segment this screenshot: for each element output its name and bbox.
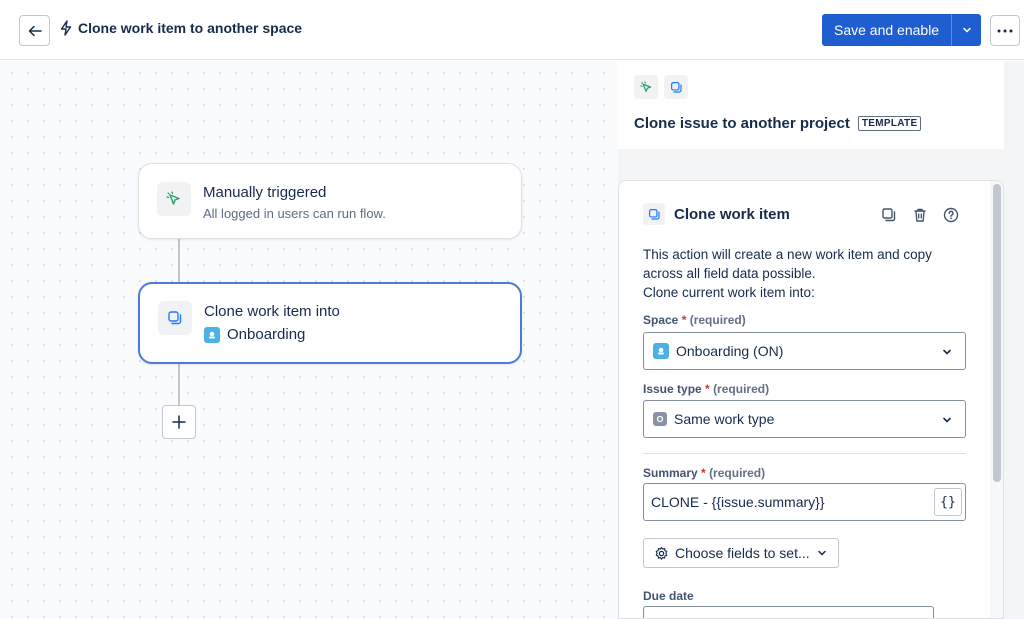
required-mark: * bbox=[705, 382, 710, 396]
summary-input[interactable]: CLONE - {{issue.summary}} {} bbox=[643, 483, 966, 521]
required-text: (required) bbox=[709, 466, 766, 480]
clone-action-node[interactable]: Clone work item into Onboarding bbox=[138, 282, 522, 364]
space-value: Onboarding (ON) bbox=[676, 343, 784, 359]
insert-smart-value-button[interactable]: {} bbox=[934, 488, 962, 516]
description-line: across all field data possible. bbox=[643, 266, 816, 281]
template-badge: TEMPLATE bbox=[857, 116, 922, 131]
save-and-enable-button[interactable]: Save and enable bbox=[822, 14, 952, 46]
chevron-down-icon bbox=[943, 417, 951, 423]
divider bbox=[643, 453, 966, 454]
cursor-click-icon bbox=[166, 191, 180, 205]
scrollbar-thumb[interactable] bbox=[993, 184, 1001, 482]
node-icon bbox=[157, 182, 191, 216]
issue-type-select[interactable]: Same work type bbox=[643, 400, 966, 438]
choose-fields-label: Choose fields to set... bbox=[675, 545, 810, 561]
back-button[interactable] bbox=[19, 15, 50, 46]
more-actions-button[interactable] bbox=[990, 15, 1020, 46]
space-select[interactable]: Onboarding (ON) bbox=[643, 332, 966, 370]
required-text: (required) bbox=[713, 382, 770, 396]
arrow-left-icon bbox=[28, 25, 42, 36]
template-card: Clone issue to another project TEMPLATE bbox=[618, 61, 1004, 149]
onboarding-space-icon bbox=[204, 326, 220, 343]
chevron-down-icon bbox=[817, 550, 826, 556]
gear-icon bbox=[655, 546, 668, 560]
trigger-node[interactable]: Manually triggered All logged in users c… bbox=[138, 163, 522, 239]
plus-icon bbox=[172, 415, 186, 429]
save-button-group: Save and enable bbox=[822, 14, 982, 46]
trigger-subtitle: All logged in users can run flow. bbox=[203, 206, 386, 221]
delete-action-button[interactable] bbox=[910, 205, 930, 225]
duplicate-action-button[interactable] bbox=[879, 205, 899, 225]
label-text: Space bbox=[643, 313, 679, 327]
more-icon bbox=[997, 29, 1013, 32]
save-options-dropdown[interactable] bbox=[951, 14, 982, 46]
label-text: Issue type bbox=[643, 382, 702, 396]
trash-icon bbox=[914, 208, 926, 222]
action-target-label: Onboarding bbox=[227, 326, 306, 343]
copy-icon bbox=[882, 208, 896, 222]
clone-icon bbox=[648, 208, 660, 220]
required-mark: * bbox=[701, 466, 706, 480]
add-step-button[interactable] bbox=[162, 405, 196, 439]
work-type-icon bbox=[653, 412, 667, 426]
issue-type-label: Issue type * (required) bbox=[643, 382, 769, 396]
summary-value: CLONE - {{issue.summary}} bbox=[651, 494, 825, 510]
node-icon bbox=[158, 301, 192, 335]
help-icon bbox=[943, 207, 959, 223]
description-line: This action will create a new work item … bbox=[643, 247, 932, 262]
description-line: Clone current work item into: bbox=[643, 285, 815, 300]
label-text: Summary bbox=[643, 466, 698, 480]
template-title-row: Clone issue to another project TEMPLATE bbox=[634, 115, 922, 132]
trigger-template-icon bbox=[634, 75, 658, 99]
title-wrap: Clone work item to another space bbox=[60, 20, 302, 36]
space-label: Space * (required) bbox=[643, 313, 746, 327]
clone-icon bbox=[168, 311, 182, 325]
lightning-icon bbox=[60, 20, 72, 36]
summary-label: Summary * (required) bbox=[643, 466, 765, 480]
action-config-panel: Clone work item This action will create … bbox=[618, 180, 1004, 619]
flow-canvas[interactable]: Manually triggered All logged in users c… bbox=[0, 61, 618, 619]
top-bar: Clone work item to another space Save an… bbox=[0, 0, 1024, 60]
config-title: Clone work item bbox=[674, 206, 790, 223]
config-description: This action will create a new work item … bbox=[643, 245, 973, 302]
required-text: (required) bbox=[689, 313, 746, 327]
choose-fields-button[interactable]: Choose fields to set... bbox=[643, 538, 839, 568]
config-header-icon bbox=[643, 203, 665, 225]
page-title: Clone work item to another space bbox=[78, 20, 303, 36]
connector-line bbox=[178, 238, 180, 283]
due-date-input[interactable] bbox=[643, 606, 934, 618]
connector-line bbox=[178, 363, 180, 405]
clone-icon bbox=[670, 81, 682, 93]
action-target: Onboarding bbox=[204, 326, 305, 343]
chevron-down-icon bbox=[962, 27, 971, 33]
cursor-click-icon bbox=[639, 80, 651, 92]
issue-type-value: Same work type bbox=[674, 411, 775, 427]
help-button[interactable] bbox=[941, 205, 961, 225]
template-title: Clone issue to another project bbox=[634, 115, 850, 132]
trigger-title: Manually triggered bbox=[203, 184, 327, 201]
right-panel: Clone issue to another project TEMPLATE … bbox=[618, 61, 1024, 619]
onboarding-space-icon bbox=[653, 343, 669, 359]
action-title: Clone work item into bbox=[204, 303, 340, 320]
chevron-down-icon bbox=[943, 349, 951, 355]
due-date-label: Due date bbox=[643, 589, 694, 603]
required-mark: * bbox=[681, 313, 687, 327]
clone-template-icon bbox=[664, 75, 688, 99]
